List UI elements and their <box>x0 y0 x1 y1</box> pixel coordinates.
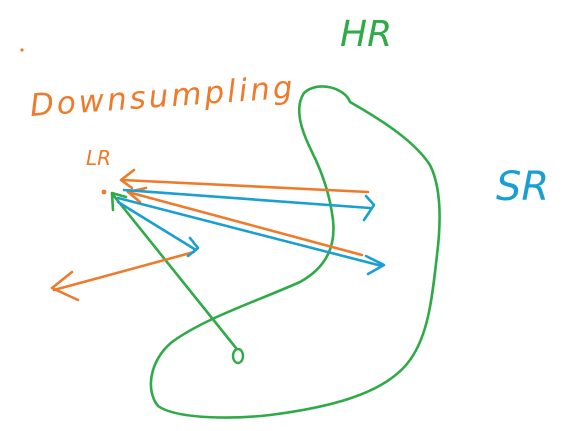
hr-to-lr-arrow-line <box>112 194 238 350</box>
sketch-drawing <box>20 48 441 419</box>
lr-label: LR <box>86 146 112 170</box>
lr-point <box>101 189 107 195</box>
sr-arrow-long-line <box>116 196 384 268</box>
downsampling-arrow-top-line <box>120 178 370 194</box>
stray-dot <box>20 48 24 52</box>
hr-sample-point <box>231 347 245 365</box>
hr-label: HR <box>340 14 393 55</box>
sr-label: SR <box>496 164 550 210</box>
downsampling-arrow-diagonal-line <box>126 190 364 257</box>
sketch-canvas: HR SR Downsumpling LR <box>0 0 582 431</box>
sr-arrow-top-line <box>122 188 372 210</box>
